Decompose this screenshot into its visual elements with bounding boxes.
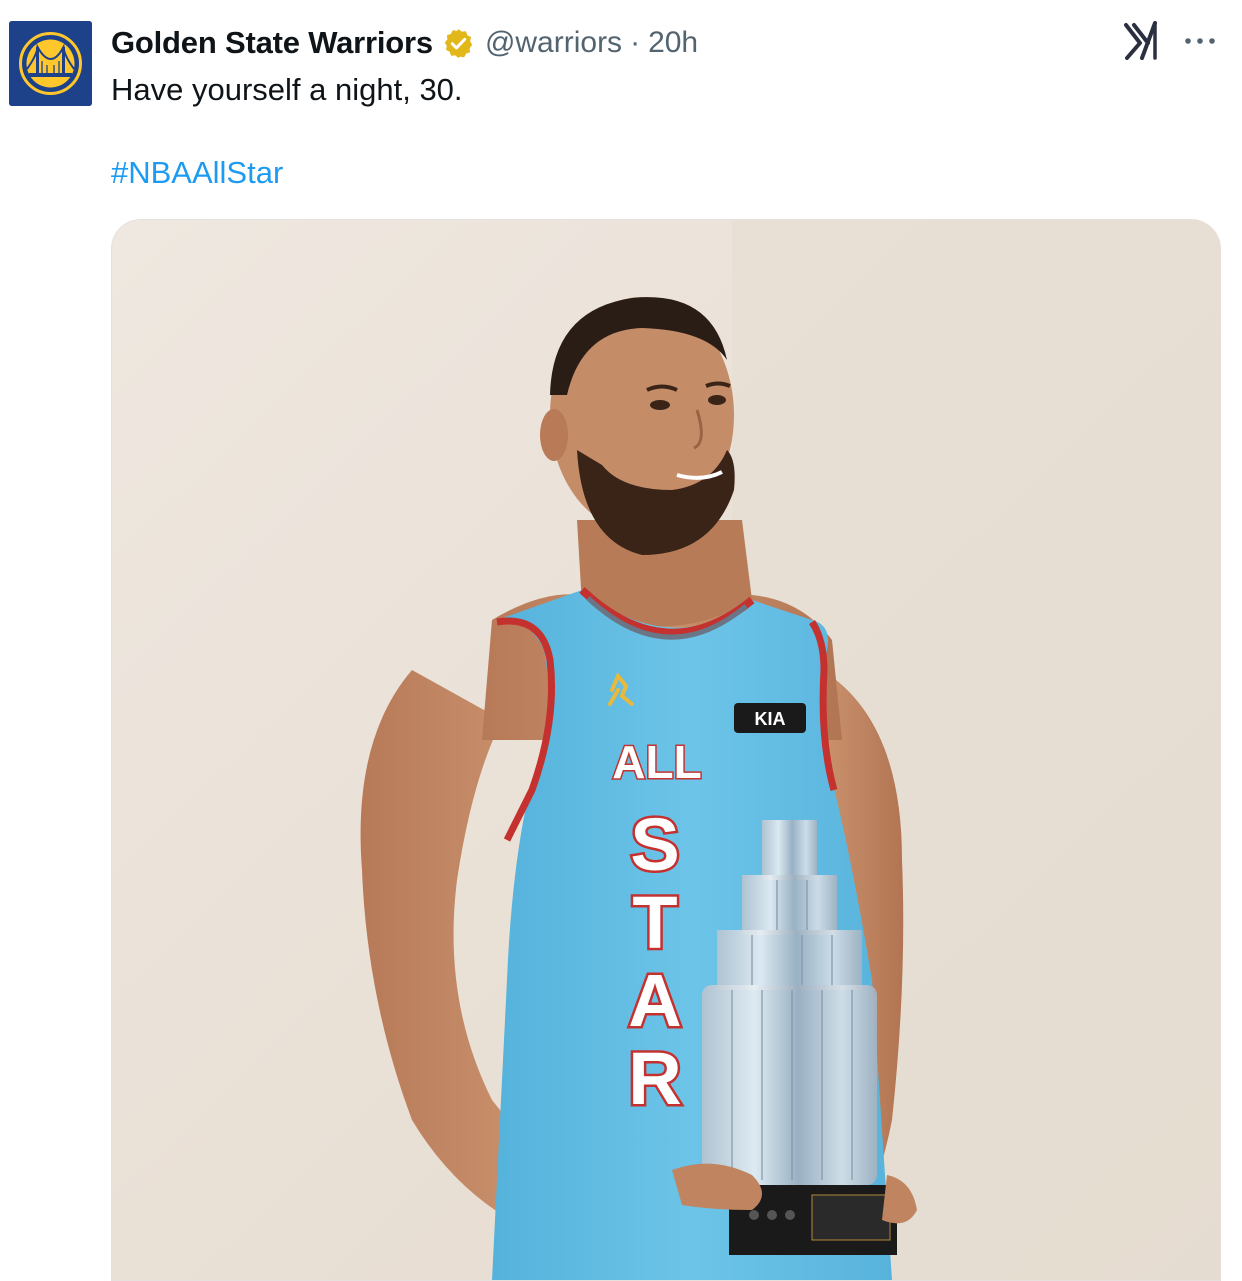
tweet-card[interactable]: Golden State Warriors @warriors · 20h Ha… bbox=[0, 0, 1242, 1281]
warriors-logo bbox=[9, 21, 92, 106]
user-handle[interactable]: @warriors bbox=[485, 26, 622, 60]
svg-text:R: R bbox=[628, 1037, 681, 1120]
tweet-header: Golden State Warriors @warriors · 20h bbox=[111, 22, 698, 64]
svg-text:A: A bbox=[628, 959, 681, 1042]
separator-dot: · bbox=[630, 26, 641, 59]
hashtag-link[interactable]: #NBAAllStar bbox=[111, 153, 283, 193]
verified-badge-icon[interactable] bbox=[442, 27, 475, 60]
svg-text:ALL: ALL bbox=[612, 736, 701, 788]
svg-text:S: S bbox=[630, 803, 679, 886]
more-options-icon[interactable] bbox=[1178, 26, 1222, 56]
x-logo-icon[interactable] bbox=[1124, 21, 1162, 61]
timestamp[interactable]: 20h bbox=[648, 26, 698, 60]
tweet-text: Have yourself a night, 30. bbox=[111, 72, 463, 107]
svg-text:T: T bbox=[632, 881, 677, 964]
tweet-photo[interactable]: KIA ALL S T A R bbox=[111, 219, 1221, 1281]
svg-text:KIA: KIA bbox=[755, 709, 786, 729]
avatar[interactable] bbox=[9, 21, 92, 106]
display-name[interactable]: Golden State Warriors bbox=[111, 25, 433, 61]
